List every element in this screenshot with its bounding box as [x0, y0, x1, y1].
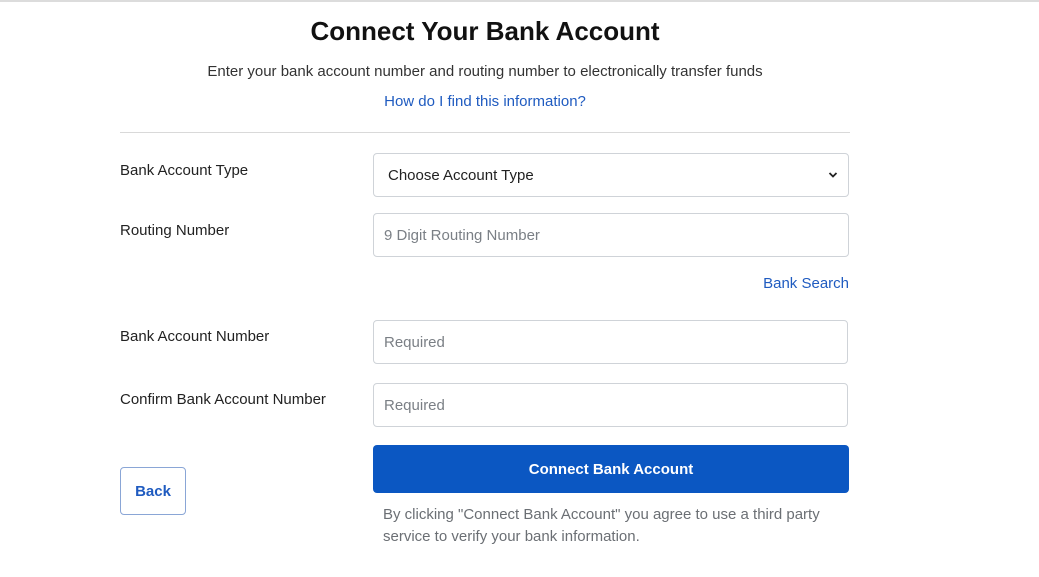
confirm-account-number-input[interactable] [373, 383, 848, 427]
connect-bank-account-button[interactable]: Connect Bank Account [373, 445, 849, 493]
divider [120, 132, 850, 133]
account-type-select-box[interactable]: Choose Account Type [373, 153, 849, 197]
account-type-select[interactable]: Choose Account Type [373, 153, 849, 197]
disclaimer-text: By clicking "Connect Bank Account" you a… [383, 506, 820, 545]
account-number-input[interactable] [373, 320, 848, 364]
chevron-down-icon [828, 172, 838, 178]
account-number-label: Bank Account Number [120, 328, 270, 345]
page-subtitle: Enter your bank account number and routi… [207, 63, 763, 80]
routing-number-input[interactable] [373, 213, 849, 257]
confirm-account-number-label: Confirm Bank Account Number [120, 391, 326, 408]
back-button[interactable]: Back [120, 467, 186, 515]
routing-number-label: Routing Number [120, 222, 230, 239]
page-title: Connect Your Bank Account [310, 16, 660, 46]
help-link[interactable]: How do I find this information? [0, 93, 970, 110]
account-type-selected: Choose Account Type [388, 166, 534, 184]
account-type-label: Bank Account Type [120, 162, 249, 179]
bank-search-link[interactable]: Bank Search [763, 275, 849, 292]
